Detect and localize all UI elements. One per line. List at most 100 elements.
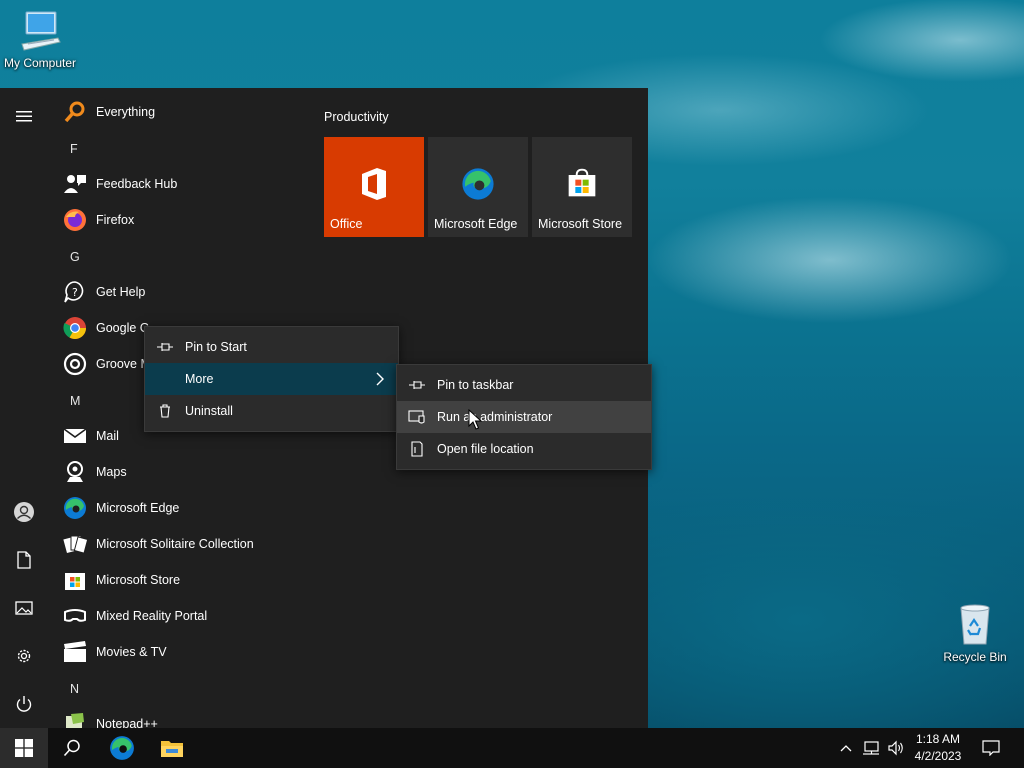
app-item-mixed-reality-portal[interactable]: Mixed Reality Portal	[52, 598, 302, 634]
documents-button[interactable]	[0, 536, 48, 584]
app-item-everything[interactable]: Everything	[52, 94, 302, 130]
documents-icon	[17, 551, 31, 569]
hamburger-menu-button[interactable]	[0, 92, 48, 140]
group-letter-f[interactable]: F	[52, 131, 302, 167]
app-item-label: Mixed Reality Portal	[96, 609, 208, 623]
taskbar: 1:18 AM 4/2/2023	[0, 728, 1024, 768]
computer-icon	[21, 11, 61, 51]
file-explorer-icon	[161, 741, 183, 757]
show-hidden-icons-button[interactable]	[834, 728, 858, 768]
app-item-get-help[interactable]: ? Get Help	[52, 274, 302, 310]
mail-icon	[62, 423, 88, 449]
menu-item-uninstall[interactable]: Uninstall	[145, 395, 398, 427]
settings-button[interactable]	[0, 632, 48, 680]
taskbar-file-explorer-button[interactable]	[148, 728, 196, 768]
notepadpp-icon	[62, 711, 88, 728]
app-item-label: Everything	[96, 105, 156, 119]
mouse-cursor-icon	[468, 408, 483, 434]
taskbar-edge-button[interactable]	[98, 728, 146, 768]
app-context-menu: Pin to Start More Uninstall	[144, 326, 399, 432]
svg-text:?: ?	[72, 286, 78, 299]
group-letter-g[interactable]: G	[52, 239, 302, 275]
store-icon	[62, 567, 88, 593]
start-button[interactable]	[0, 728, 48, 768]
pictures-icon	[15, 601, 33, 615]
maps-icon	[62, 459, 88, 485]
settings-icon	[17, 649, 31, 663]
app-item-feedback-hub[interactable]: Feedback Hub	[52, 166, 302, 202]
app-item-microsoft-store[interactable]: Microsoft Store	[52, 562, 302, 598]
clock-time: 1:18 AM	[915, 732, 961, 746]
app-item-label: Feedback Hub	[96, 177, 178, 191]
menu-item-pin-to-start[interactable]: Pin to Start	[145, 331, 398, 363]
desktop-icon-my-computer[interactable]: My Computer	[0, 8, 80, 70]
group-letter-label: G	[70, 250, 80, 264]
edge-icon	[110, 736, 134, 760]
desktop-icon-recycle-bin[interactable]: Recycle Bin	[935, 602, 1015, 664]
desktop-icon-label: Recycle Bin	[943, 650, 1007, 664]
user-icon	[14, 502, 34, 522]
hamburger-menu-icon	[16, 111, 32, 122]
app-item-label: Mail	[96, 429, 119, 443]
menu-item-open-file-location[interactable]: Open file location	[397, 433, 651, 465]
trash-icon	[145, 404, 185, 418]
app-item-microsoft-edge[interactable]: Microsoft Edge	[52, 490, 302, 526]
app-item-label: Microsoft Edge	[96, 501, 180, 515]
app-item-label: Google C	[96, 321, 149, 335]
taskbar-search-button[interactable]	[48, 728, 96, 768]
network-icon	[863, 741, 879, 755]
tile-label: Microsoft Edge	[434, 217, 518, 231]
menu-item-run-as-administrator[interactable]: Run as administrator	[397, 401, 651, 433]
windows-start-icon	[15, 739, 33, 757]
menu-item-label: Pin to taskbar	[437, 378, 514, 392]
app-item-maps[interactable]: Maps	[52, 454, 302, 490]
menu-item-pin-to-taskbar[interactable]: Pin to taskbar	[397, 369, 651, 401]
office-icon	[324, 167, 424, 204]
group-letter-label: N	[70, 682, 80, 696]
menu-item-label: Open file location	[437, 442, 534, 456]
menu-item-label: Pin to Start	[185, 340, 247, 354]
group-letter-label: M	[70, 394, 81, 408]
app-item-movies-tv[interactable]: Movies & TV	[52, 634, 302, 670]
start-menu-rail	[0, 88, 48, 728]
action-center-icon	[982, 740, 1000, 756]
action-center-button[interactable]	[968, 728, 1014, 768]
tile-microsoft-store[interactable]: Microsoft Store	[532, 137, 632, 237]
clock-date: 4/2/2023	[914, 749, 962, 763]
search-magnifier-icon	[62, 99, 88, 125]
power-icon	[16, 696, 32, 712]
app-item-label: Get Help	[96, 285, 146, 299]
mixed-reality-icon	[62, 603, 88, 629]
taskbar-clock[interactable]: 1:18 AM 4/2/2023	[900, 731, 976, 765]
folder-location-icon	[397, 441, 437, 457]
network-button[interactable]	[858, 728, 884, 768]
tile-microsoft-edge[interactable]: Microsoft Edge	[428, 137, 528, 237]
app-item-label: Firefox	[96, 213, 135, 227]
pin-icon	[397, 379, 437, 391]
movies-tv-icon	[62, 639, 88, 665]
app-item-label: Movies & TV	[96, 645, 167, 659]
more-submenu: Pin to taskbar Run as administrator Open…	[396, 364, 652, 470]
tile-label: Office	[330, 217, 363, 231]
groove-music-icon	[62, 351, 88, 377]
app-item-notepadpp[interactable]: Notepad++	[52, 706, 302, 728]
get-help-icon: ?	[62, 279, 88, 305]
menu-item-more[interactable]: More	[145, 363, 398, 395]
pictures-button[interactable]	[0, 584, 48, 632]
tile-office[interactable]: Office	[324, 137, 424, 237]
app-item-label: Maps	[96, 465, 127, 479]
tile-group-title: Productivity	[324, 110, 389, 124]
edge-icon	[428, 167, 528, 204]
menu-item-label: Uninstall	[185, 404, 233, 418]
group-letter-n[interactable]: N	[52, 671, 302, 707]
app-item-microsoft-solitaire[interactable]: Microsoft Solitaire Collection	[52, 526, 302, 562]
run-admin-icon	[397, 410, 437, 424]
app-item-label: Microsoft Store	[96, 573, 181, 587]
chevron-up-icon	[840, 745, 852, 752]
user-account-button[interactable]	[0, 488, 48, 536]
search-icon	[63, 739, 80, 757]
app-item-label: Notepad++	[96, 717, 158, 728]
power-button[interactable]	[0, 680, 48, 728]
app-item-firefox[interactable]: Firefox	[52, 202, 302, 238]
desktop-icon-label: My Computer	[3, 56, 77, 70]
